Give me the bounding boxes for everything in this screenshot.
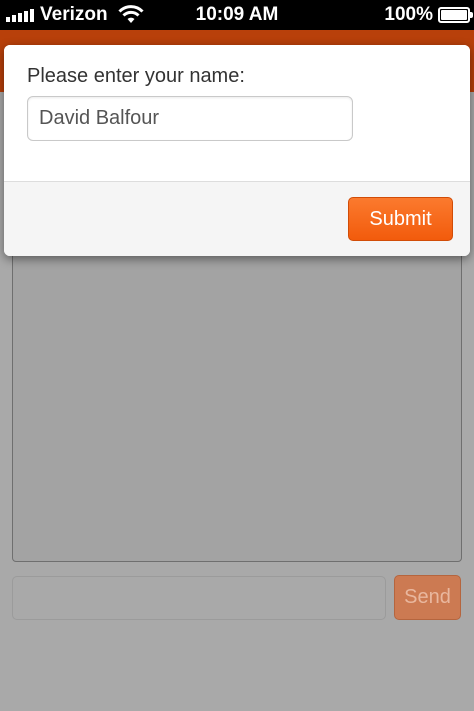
send-button[interactable]: Send: [394, 575, 461, 620]
name-prompt-label: Please enter your name:: [27, 65, 245, 87]
wifi-icon: [118, 5, 144, 23]
battery-icon: [438, 7, 473, 23]
status-bar: Verizon 10:09 AM 100%: [0, 0, 474, 30]
battery-percent: 100%: [384, 4, 433, 25]
signal-bars-icon: [6, 8, 34, 22]
name-input[interactable]: [27, 96, 353, 141]
submit-button[interactable]: Submit: [348, 197, 453, 241]
modal-body: Please enter your name:: [4, 45, 470, 181]
modal-footer: Submit: [4, 181, 470, 256]
battery-fill: [441, 10, 467, 20]
carrier-name: Verizon: [40, 4, 108, 25]
status-bar-right: 100%: [384, 4, 473, 26]
status-bar-left: Verizon: [6, 4, 144, 26]
app-screen: Verizon 10:09 AM 100% Send Please enter …: [0, 0, 474, 711]
message-input[interactable]: [12, 576, 386, 620]
name-prompt-modal: Please enter your name: Submit: [4, 45, 470, 256]
chat-log: [12, 240, 462, 562]
